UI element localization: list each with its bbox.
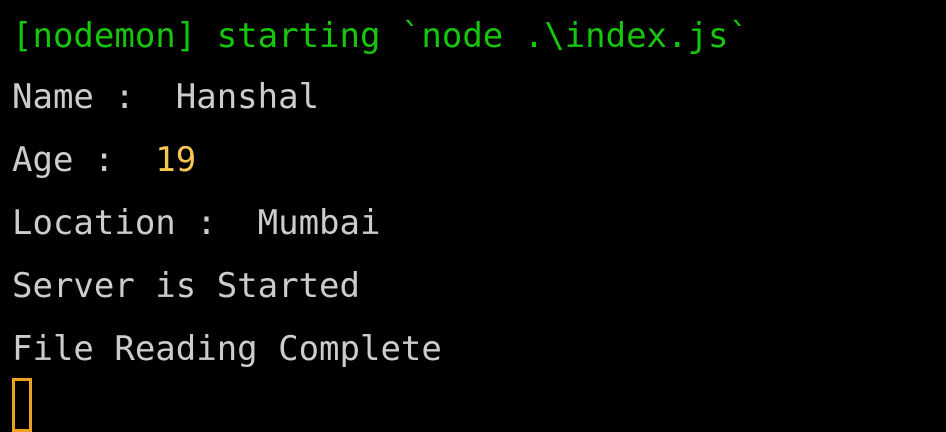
name-label: Name : <box>12 77 156 117</box>
block-cursor-icon <box>12 378 32 432</box>
location-value: Mumbai <box>237 203 381 243</box>
name-line: Name : Hanshal <box>12 71 319 123</box>
server-started-line: Server is Started <box>12 266 360 306</box>
age-line: Age : 19 <box>12 134 196 186</box>
file-reading-line: File Reading Complete <box>12 329 442 369</box>
location-line: Location : Mumbai <box>12 197 380 249</box>
age-value: 19 <box>134 140 197 180</box>
name-value: Hanshal <box>155 77 320 117</box>
terminal-output[interactable]: [nodemon] starting `node .\index.js` Nam… <box>0 0 946 432</box>
location-label: Location : <box>12 203 238 243</box>
age-label: Age : <box>12 140 135 180</box>
nodemon-start-line: [nodemon] starting `node .\index.js` <box>12 16 749 56</box>
